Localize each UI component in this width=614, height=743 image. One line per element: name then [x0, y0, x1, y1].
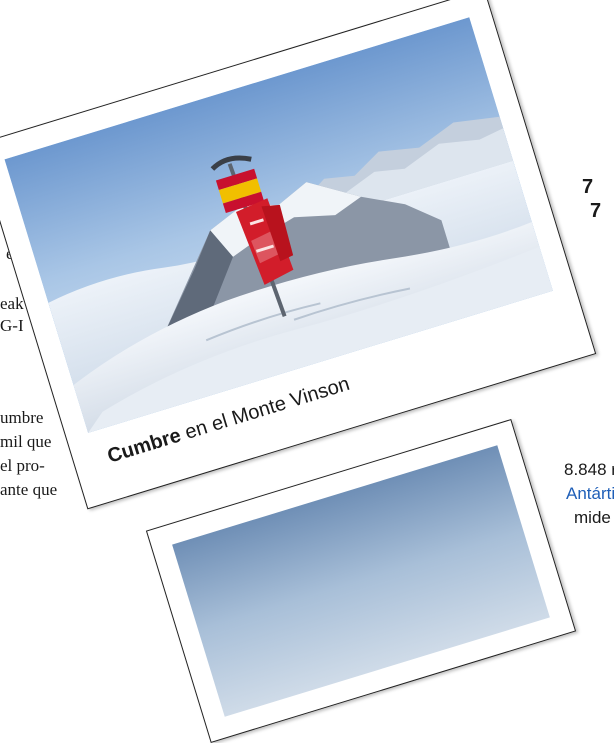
left-text-line-4: umbre	[0, 408, 44, 427]
right-number-2: 7	[590, 200, 602, 222]
right-text-line-b: Antártic	[566, 484, 614, 503]
right-text-line-a: 8.848 r	[564, 460, 614, 479]
summit-illustration	[4, 17, 553, 433]
photo-caption-bold: Cumbre	[104, 424, 184, 468]
left-text-line-3: G-I	[0, 316, 24, 335]
right-text-line-c: mide	[574, 508, 611, 527]
right-number-1: 7	[582, 176, 594, 198]
left-text-line-5: mil que	[0, 432, 52, 451]
summit-photo	[4, 17, 553, 433]
photo-2-image	[172, 445, 550, 717]
left-text-line-2: eak	[0, 294, 24, 313]
left-text-line-6: el pro-	[0, 456, 45, 475]
left-text-line-7: ante que	[0, 480, 58, 499]
